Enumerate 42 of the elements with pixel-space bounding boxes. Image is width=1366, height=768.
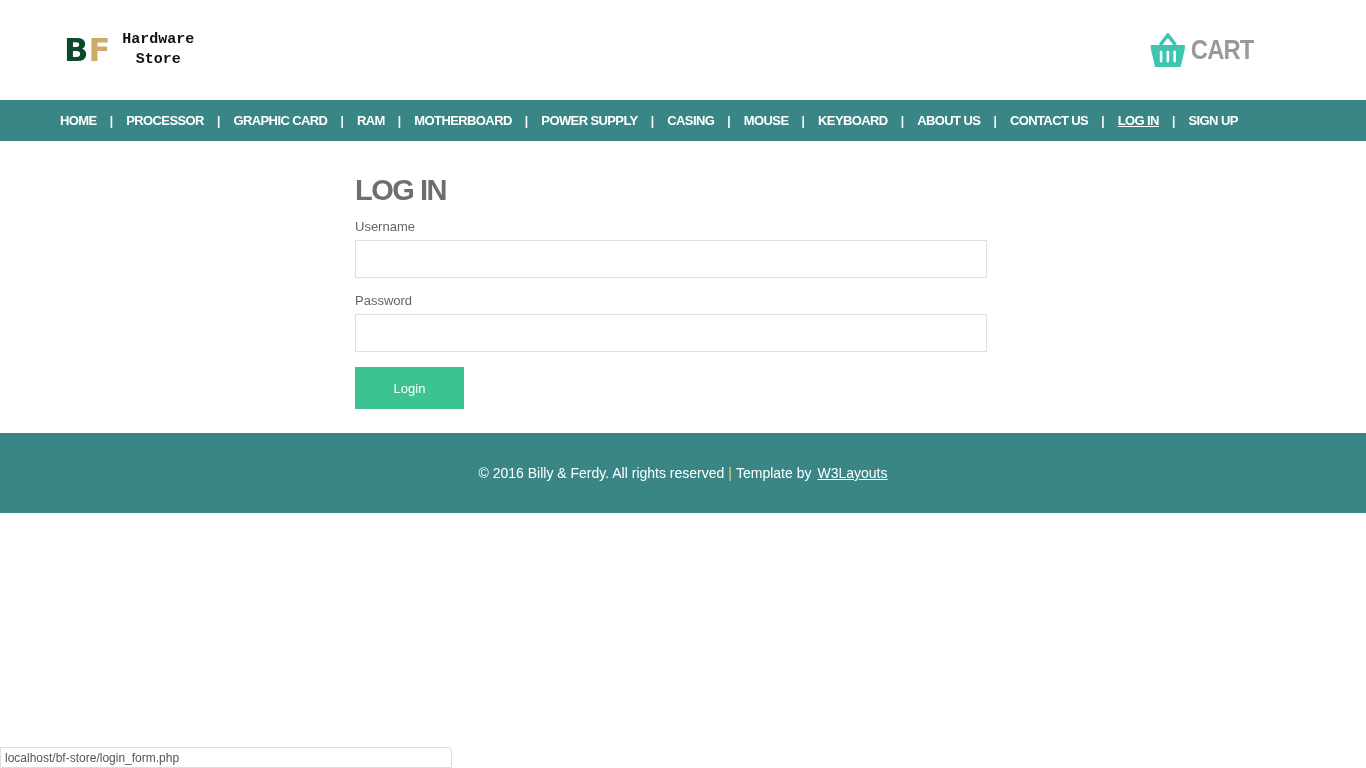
nav-link[interactable]: KEYBOARD <box>818 113 888 128</box>
nav-separator: | <box>340 113 344 128</box>
nav-link[interactable]: CONTACT US <box>1009 113 1089 128</box>
logo-letter: F <box>88 31 111 69</box>
nav-separator: | <box>1101 113 1105 128</box>
nav-separator: | <box>216 113 221 128</box>
nav-separator: | <box>109 113 114 128</box>
field-label: Username <box>355 219 415 234</box>
nav-separator: | <box>1172 113 1176 128</box>
nav-link[interactable]: SIGN UP <box>1188 113 1238 128</box>
footer-separator: | <box>728 465 732 481</box>
nav-link[interactable]: LOG IN <box>1117 113 1159 128</box>
credit-link[interactable]: W3Layouts <box>817 465 888 481</box>
nav-link[interactable]: MOTHERBOARD <box>414 113 512 128</box>
login-button[interactable]: Login <box>355 367 464 409</box>
nav-link[interactable]: RAM <box>356 113 385 128</box>
nav-separator: | <box>397 113 402 128</box>
nav-separator: | <box>801 113 805 128</box>
copyright-text: © 2016 Billy & Ferdy. All rights reserved <box>478 465 725 481</box>
logo-text: Hardware <box>122 30 195 50</box>
nav-link[interactable]: ABOUT US <box>917 113 981 128</box>
nav-link[interactable]: GRAPHIC CARD <box>233 113 328 128</box>
nav-separator: | <box>900 113 905 128</box>
status-url: localhost/bf-store/login_form.php <box>0 747 452 768</box>
nav-link[interactable]: POWER SUPPLY <box>541 113 638 128</box>
nav-separator: | <box>524 113 529 128</box>
form-title: LOG IN <box>355 173 446 207</box>
logo-letter: B <box>64 31 89 69</box>
nav-separator: | <box>727 113 731 128</box>
nav-separator: | <box>650 113 655 128</box>
credit-text: Template by <box>735 465 812 481</box>
input-field[interactable] <box>355 240 987 278</box>
input-field[interactable] <box>355 314 987 352</box>
nav-link[interactable]: MOUSE <box>743 113 789 128</box>
field-label: Password <box>355 293 413 308</box>
nav-separator: | <box>993 113 997 128</box>
logo-text: Store <box>135 50 181 70</box>
cart-link[interactable]: CART <box>1150 31 1254 69</box>
nav-link[interactable]: PROCESSOR <box>126 113 204 128</box>
nav-link[interactable]: CASING <box>667 113 715 128</box>
basket-icon <box>1150 31 1186 69</box>
nav-link[interactable]: HOME <box>60 113 97 128</box>
